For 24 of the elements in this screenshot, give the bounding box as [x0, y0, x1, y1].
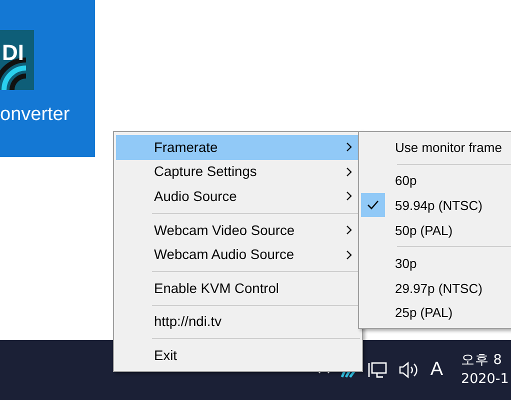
app-tile[interactable]: DI onverter: [0, 0, 95, 157]
menu-item[interactable]: Audio Source: [116, 184, 360, 209]
menu-item[interactable]: 59.94p (NTSC): [361, 193, 511, 218]
menu-item[interactable]: 60p: [361, 168, 511, 194]
menu-item[interactable]: Capture Settings: [116, 160, 360, 184]
clock-time: 오후 8: [461, 351, 502, 370]
menu-item[interactable]: 29.97p (NTSC): [361, 276, 511, 301]
menu-item[interactable]: Webcam Video Source: [116, 218, 360, 242]
menu-item[interactable]: Webcam Audio Source: [116, 242, 360, 267]
menu-item[interactable]: 25p (PAL): [361, 300, 511, 326]
menu-item[interactable]: Use monitor frame: [361, 135, 511, 160]
network-icon[interactable]: [368, 361, 388, 379]
clock[interactable]: 오후 8 2020-1: [461, 351, 511, 389]
menu-item[interactable]: http://ndi.tv: [116, 310, 360, 334]
menu-item[interactable]: Framerate: [116, 135, 360, 160]
clock-date: 2020-1: [461, 370, 509, 389]
menu-item[interactable]: 50p (PAL): [361, 218, 511, 242]
menu-item[interactable]: 30p: [361, 251, 511, 276]
volume-icon[interactable]: [398, 361, 420, 379]
menu-item[interactable]: Exit: [116, 343, 360, 368]
logo-icon: DI: [0, 30, 34, 90]
menu-item[interactable]: Enable KVM Control: [116, 276, 360, 301]
tile-label: onverter: [0, 104, 71, 126]
input-indicator[interactable]: A: [430, 359, 443, 381]
